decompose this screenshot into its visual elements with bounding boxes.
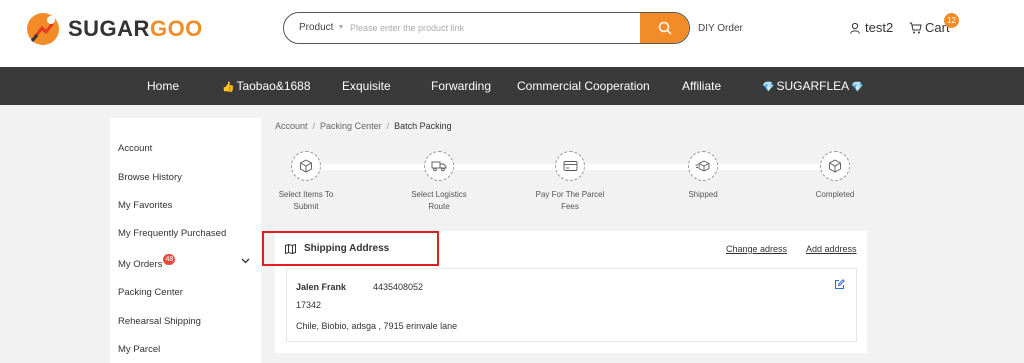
sidebar-item-frequently-purchased[interactable]: My Frequently Purchased — [118, 228, 226, 239]
box-icon — [300, 159, 312, 173]
user-menu[interactable]: test2 — [849, 20, 893, 35]
cart-link[interactable]: Cart 12 — [909, 13, 959, 35]
user-icon — [850, 22, 860, 34]
sidebar-item-account[interactable]: Account — [118, 143, 152, 154]
breadcrumb: Account / Packing Center / Batch Packing — [275, 121, 452, 131]
thumbs-up-icon: 👍 — [222, 82, 235, 93]
top-header: SUGARGOO Product▼ DIY Order test2 Cart 1… — [0, 0, 1024, 67]
brand-name: SUGARGOO — [68, 16, 203, 41]
step-label-shipped: Shipped — [688, 190, 718, 199]
add-address-link[interactable]: Add address — [806, 244, 857, 254]
truck-icon — [431, 161, 447, 172]
sidebar-item-browse-history[interactable]: Browse History — [118, 172, 182, 183]
diamond-icon: 💎 — [851, 82, 864, 93]
breadcrumb-account[interactable]: Account — [275, 121, 308, 131]
search-bar: Product ▼ — [283, 12, 690, 44]
cart-count-badge: 12 — [944, 13, 959, 28]
logo-mark-icon — [27, 13, 59, 45]
recipient-name: Jalen Frank — [296, 282, 347, 292]
step-label-pay-fees: Pay For The Parcel Fees — [535, 190, 605, 211]
step-label-select-items: Select Items To Submit — [278, 190, 334, 211]
recipient-address: Chile, Biobio, adsga , 7915 erinvale lan… — [296, 321, 458, 331]
credit-card-icon — [563, 161, 577, 171]
brand-logo[interactable]: SUGARGOO — [26, 10, 203, 48]
nav-forwarding[interactable]: Forwarding — [431, 67, 491, 105]
chevron-down-icon[interactable] — [241, 258, 250, 264]
step-label-logistics: Select Logistics Route — [411, 190, 467, 211]
step-pay-fees — [555, 151, 585, 181]
search-icon — [658, 21, 672, 35]
edit-icon[interactable] — [834, 279, 845, 290]
caret-down-icon: ▼ — [337, 24, 345, 31]
recipient-phone: 4435408052 — [373, 282, 424, 292]
sidebar-item-my-orders[interactable]: My Orders 48 — [118, 254, 176, 270]
highlight-box — [262, 231, 439, 266]
nav-commercial-cooperation[interactable]: Commercial Cooperation — [517, 67, 650, 105]
step-completed — [820, 151, 850, 181]
nav-exquisite[interactable]: Exquisite — [342, 67, 391, 105]
nav-affiliate[interactable]: Affiliate — [682, 67, 721, 105]
step-select-items — [291, 151, 321, 181]
step-shipped — [688, 151, 718, 181]
step-label-completed: Completed — [815, 190, 855, 199]
search-button[interactable] — [640, 13, 689, 43]
diy-order-link[interactable]: DIY Order — [698, 23, 743, 34]
diamond-icon: 💎 — [762, 82, 775, 93]
search-input[interactable] — [350, 17, 630, 39]
change-address-link[interactable]: Change adress — [726, 244, 787, 254]
step-logistics — [424, 151, 454, 181]
orders-count-badge: 48 — [163, 254, 176, 265]
shipping-box-icon — [695, 160, 710, 172]
search-type-select[interactable]: Product ▼ — [299, 13, 344, 43]
recipient-zip: 17342 — [296, 300, 322, 310]
breadcrumb-current: Batch Packing — [394, 121, 452, 131]
box-check-icon — [829, 159, 841, 173]
main-nav: Home 👍 Taobao&1688 Exquisite Forwarding C… — [0, 67, 1024, 105]
sidebar-item-rehearsal-shipping[interactable]: Rehearsal Shipping — [118, 316, 201, 327]
username: test2 — [865, 20, 894, 35]
cart-icon — [909, 22, 922, 33]
nav-taobao[interactable]: 👍 Taobao&1688 — [222, 67, 311, 105]
breadcrumb-packing-center[interactable]: Packing Center — [320, 121, 382, 131]
sidebar-item-packing-center[interactable]: Packing Center — [118, 287, 183, 298]
nav-home[interactable]: Home — [147, 67, 179, 105]
sidebar-item-my-favorites[interactable]: My Favorites — [118, 200, 172, 211]
nav-sugarflea[interactable]: 💎 SUGARFLEA 💎 — [762, 67, 866, 105]
sidebar-item-my-parcel[interactable]: My Parcel — [118, 344, 160, 355]
